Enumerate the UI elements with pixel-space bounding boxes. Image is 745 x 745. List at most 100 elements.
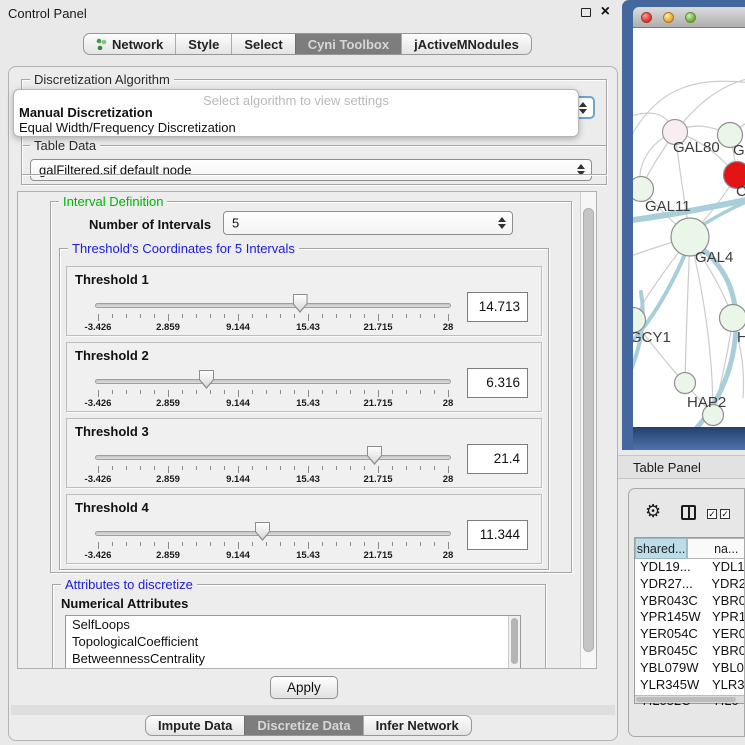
- threshold-slider-track[interactable]: [95, 379, 451, 384]
- checkbox-icon[interactable]: ✓: [720, 509, 730, 519]
- table-row[interactable]: YPR145WYPR1: [635, 609, 745, 626]
- tick-mark: [294, 390, 295, 394]
- table-row[interactable]: YDL19...YDL1: [635, 559, 745, 576]
- tick-label: -3.426: [85, 398, 112, 409]
- node-partial-right[interactable]: [720, 305, 745, 332]
- tick-mark: [434, 390, 435, 394]
- interval-definition-group: Interval Definition Number of Intervals …: [50, 201, 572, 573]
- table-horizontal-scrollbar[interactable]: [635, 695, 745, 703]
- threshold-slider-track[interactable]: [95, 303, 451, 308]
- tick-mark: [196, 466, 197, 470]
- tick-mark: [252, 390, 253, 394]
- tick-mark: [406, 314, 407, 318]
- tick-mark: [210, 466, 211, 470]
- tick-mark: [252, 542, 253, 546]
- threshold-slider-thumb[interactable]: [199, 370, 214, 389]
- table-row[interactable]: YBL079WYBL0: [635, 660, 745, 677]
- threshold-panel-2: Threshold 2-3.4262.8599.14415.4321.71528…: [66, 342, 542, 412]
- number-of-intervals-label: Number of Intervals: [89, 217, 211, 232]
- tick-mark: [364, 314, 365, 318]
- float-window-icon[interactable]: [581, 8, 591, 17]
- column-header-name[interactable]: na...: [687, 538, 745, 559]
- tick-mark: [154, 466, 155, 470]
- tick-mark: [364, 542, 365, 546]
- tick-mark: [112, 542, 113, 546]
- tick-mark: [406, 466, 407, 470]
- cell-shared-name: YBR043C: [635, 593, 705, 610]
- close-icon[interactable]: ×: [601, 3, 610, 21]
- table-row[interactable]: YBR045CYBR0: [635, 643, 745, 660]
- node-hap2[interactable]: [675, 373, 696, 394]
- cell-shared-name: YBR045C: [635, 643, 705, 660]
- threshold-label: Threshold 2: [75, 348, 149, 363]
- tab-select[interactable]: Select: [231, 34, 294, 54]
- node-label-gal4: GAL4: [695, 249, 733, 266]
- number-of-intervals-select[interactable]: 5: [223, 211, 513, 235]
- tick-mark: [182, 466, 183, 470]
- network-window-titlebar[interactable]: [633, 7, 745, 28]
- tick-mark: [448, 390, 449, 397]
- threshold-slider-thumb[interactable]: [255, 522, 270, 541]
- list-item-betweennesscentrality[interactable]: BetweennessCentrality: [66, 650, 520, 667]
- table-row[interactable]: YLR345WYLR3: [635, 677, 745, 694]
- tick-mark: [98, 314, 99, 321]
- minimize-traffic-light-icon[interactable]: [663, 12, 674, 23]
- checkbox-icon[interactable]: ✓: [707, 509, 717, 519]
- threshold-value-field[interactable]: 6.316: [467, 368, 528, 398]
- tick-mark: [168, 466, 169, 473]
- list-scrollbar[interactable]: [508, 616, 520, 669]
- tick-mark: [420, 390, 421, 394]
- tab-discretize-data[interactable]: Discretize Data: [244, 716, 362, 735]
- tick-label: 28: [443, 550, 454, 561]
- node-label-gal80: GAL80: [673, 139, 720, 156]
- zoom-traffic-light-icon[interactable]: [685, 12, 696, 23]
- tick-mark: [140, 542, 141, 546]
- threshold-value-field[interactable]: 21.4: [467, 444, 528, 474]
- list-item-selfloops[interactable]: SelfLoops: [66, 616, 520, 633]
- cell-shared-name: YBL079W: [635, 660, 705, 677]
- close-traffic-light-icon[interactable]: [641, 12, 652, 23]
- tick-mark: [406, 542, 407, 546]
- threshold-slider-track[interactable]: [95, 531, 451, 536]
- tick-mark: [112, 314, 113, 318]
- threshold-value-field[interactable]: 11.344: [467, 520, 528, 550]
- tick-mark: [350, 390, 351, 394]
- tick-mark: [196, 314, 197, 318]
- threshold-slider-thumb[interactable]: [367, 446, 382, 465]
- scrollbar-thumb[interactable]: [583, 208, 594, 652]
- cell-name: YDL1: [705, 559, 745, 576]
- network-canvas[interactable]: GAL80 GA C GAL11 GAL4 GCY1 H HAP2: [633, 28, 745, 427]
- gear-icon[interactable]: ⚙: [645, 502, 661, 520]
- tick-mark: [140, 314, 141, 318]
- table-row[interactable]: YBR043CYBR0: [635, 593, 745, 610]
- threshold-slider-thumb[interactable]: [293, 294, 308, 313]
- apply-button[interactable]: Apply: [270, 676, 338, 699]
- scrollbar-thumb[interactable]: [636, 697, 736, 702]
- table-row[interactable]: YDR27...YDR2: [635, 576, 745, 593]
- tick-mark: [280, 542, 281, 546]
- threshold-value-field[interactable]: 14.713: [467, 292, 528, 322]
- tab-impute-data[interactable]: Impute Data: [146, 716, 244, 735]
- tick-mark: [378, 466, 379, 473]
- dropdown-option-equal-width[interactable]: Equal Width/Frequency Discretization: [14, 120, 578, 135]
- column-header-shared-name[interactable]: shared...: [635, 538, 687, 559]
- tab-infer-network[interactable]: Infer Network: [363, 716, 471, 735]
- table-row[interactable]: YER054CYER0: [635, 626, 745, 643]
- list-item-topologicalcoefficient[interactable]: TopologicalCoefficient: [66, 633, 520, 650]
- tick-label: 2.859: [156, 550, 180, 561]
- threshold-slider-track[interactable]: [95, 455, 451, 460]
- cell-name: YPR1: [705, 609, 745, 626]
- columns-icon[interactable]: [681, 505, 696, 520]
- tab-cyni-toolbox[interactable]: Cyni Toolbox: [295, 34, 401, 54]
- tick-mark: [154, 390, 155, 394]
- tab-style[interactable]: Style: [175, 34, 231, 54]
- cell-shared-name: YPR145W: [635, 609, 705, 626]
- tick-label: 15.43: [296, 398, 320, 409]
- tab-jactivemnodules[interactable]: jActiveMNodules: [401, 34, 531, 54]
- threshold-panel-4: Threshold 4-3.4262.8599.14415.4321.71528…: [66, 494, 542, 564]
- network-window: GAL80 GA C GAL11 GAL4 GCY1 H HAP2: [622, 0, 745, 450]
- settings-scrollbar[interactable]: [580, 192, 596, 668]
- group-title: Discretization Algorithm: [30, 72, 174, 87]
- table-panel: ⚙ ✓ ✓ shared... na... YDL19...YDL1YDR27.…: [628, 488, 745, 737]
- tab-network[interactable]: Network: [84, 34, 175, 54]
